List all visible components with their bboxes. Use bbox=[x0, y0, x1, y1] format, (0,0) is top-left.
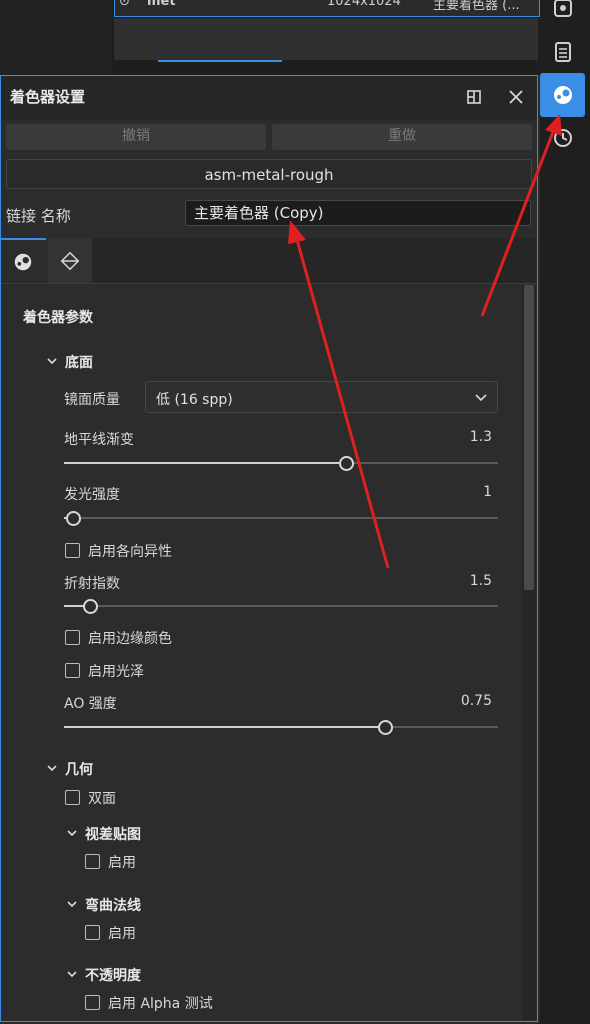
annotation-arrows bbox=[288, 114, 562, 569]
annotation-arrow-to-name-field bbox=[288, 220, 390, 569]
annotation-arrow-to-toolbar bbox=[480, 114, 562, 317]
